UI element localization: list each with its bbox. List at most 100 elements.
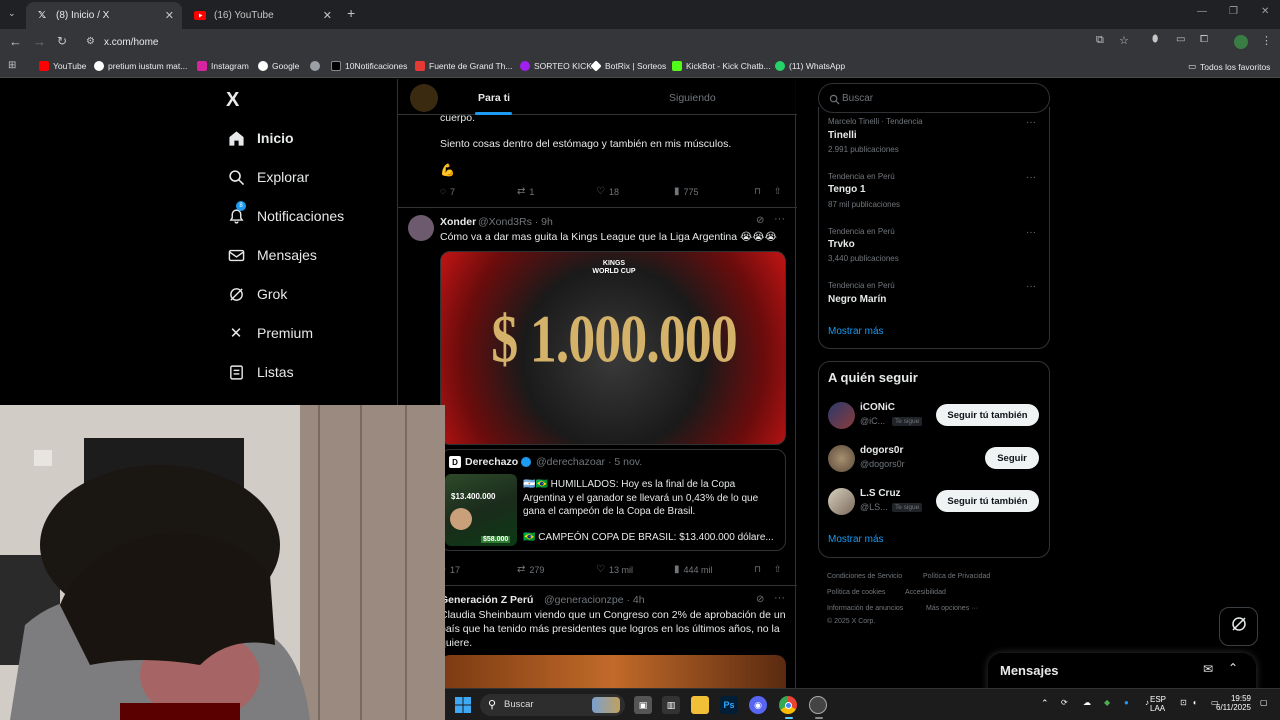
chrome-icon[interactable]	[779, 696, 797, 714]
expand-icon[interactable]: ⌃	[1228, 661, 1238, 675]
footer-more-options[interactable]: Más opciones ···	[926, 605, 978, 612]
all-bookmarks[interactable]: ▭ Todos los favoritos	[1188, 61, 1270, 72]
bookmark-icon[interactable]: ⊓	[754, 564, 761, 575]
install-app-icon[interactable]: ⧉	[1096, 34, 1104, 47]
tab-youtube[interactable]: (16) YouTube ✕	[184, 2, 340, 29]
nav-premium[interactable]: ✕ Premium	[227, 324, 313, 342]
show-more-trends[interactable]: Mostrar más	[828, 326, 884, 337]
bookmark-kickbot[interactable]: KickBot - Kick Chatb...	[672, 61, 771, 71]
menu-dots-icon[interactable]: ⋮	[1261, 34, 1272, 47]
tweet-author-handle[interactable]: @generacionzpe · 4h	[544, 593, 645, 607]
like-button[interactable]: ♡ 13 mil	[596, 564, 633, 575]
cloud-icon[interactable]: ☁	[1083, 698, 1091, 707]
bookmark-google[interactable]: Google	[258, 61, 299, 71]
quoted-tweet[interactable]: D Derechazo @derechazoar · 5 nov. $13.40…	[440, 449, 786, 551]
profile-avatar[interactable]	[1234, 35, 1248, 49]
maximize-icon[interactable]: ❐	[1229, 6, 1238, 17]
tweet-image[interactable]	[440, 655, 786, 688]
tab-for-you[interactable]: Para ti	[478, 92, 510, 104]
trend-title[interactable]: Tengo 1	[828, 184, 866, 195]
more-options-icon[interactable]: ···	[1026, 117, 1036, 128]
trend-title[interactable]: Negro Marín	[828, 294, 886, 305]
footer-link[interactable]: Política de Privacidad	[923, 573, 990, 580]
tweet-author-name[interactable]: Xonder	[440, 215, 476, 229]
microphone-icon[interactable]: ♪	[1145, 698, 1149, 707]
messages-drawer[interactable]: Mensajes ✉ ⌃	[988, 653, 1256, 688]
more-options-icon[interactable]: ···	[774, 213, 785, 225]
bookmark-sorteo-kick[interactable]: SORTEO KICK	[520, 61, 592, 71]
forward-icon[interactable]: →	[33, 34, 46, 49]
tweet-image[interactable]: KINGS WORLD CUP $ 1.000.000	[440, 251, 786, 445]
footer-link[interactable]: Política de cookies	[827, 589, 885, 596]
tweet-author-name[interactable]: Generación Z Perú	[440, 593, 533, 607]
reload-icon[interactable]: ↻	[57, 34, 67, 48]
bookmark-globe[interactable]	[310, 61, 324, 71]
reply-button[interactable]: ◌ 7	[440, 186, 455, 197]
minimize-icon[interactable]: —	[1197, 6, 1207, 17]
avatar[interactable]	[828, 445, 855, 472]
repost-button[interactable]: ⇄ 1	[517, 186, 534, 197]
follow-name[interactable]: dogors0r	[860, 445, 903, 456]
photoshop-icon[interactable]: Ps	[720, 696, 738, 714]
bookmark-instagram[interactable]: Instagram	[197, 61, 249, 71]
follow-back-button[interactable]: Seguir tú también	[936, 490, 1039, 512]
share-icon[interactable]: ⇧	[774, 186, 782, 197]
close-icon[interactable]: ✕	[323, 9, 332, 22]
taskbar-search[interactable]: ⚲ Buscar	[480, 694, 625, 716]
nav-grok[interactable]: Grok	[227, 285, 287, 303]
grok-icon[interactable]: ⊘	[756, 215, 764, 226]
avatar[interactable]	[828, 402, 855, 429]
close-icon[interactable]: ✕	[165, 9, 174, 22]
language-indicator[interactable]: ESP LAA	[1150, 695, 1166, 713]
site-info-icon[interactable]: ⚙	[86, 36, 95, 47]
views-button[interactable]: ▮ 775	[674, 186, 699, 197]
network-app-icon[interactable]: ●	[1124, 698, 1129, 707]
apps-grid-icon[interactable]: ⊞	[8, 60, 16, 71]
repost-button[interactable]: ⇄ 279	[517, 564, 544, 575]
follow-back-button[interactable]: Seguir tú también	[936, 404, 1039, 426]
task-view-icon[interactable]: ▣	[634, 696, 652, 714]
footer-link[interactable]: Accesibilidad	[905, 589, 946, 596]
nav-notifications[interactable]: 8 Notificaciones	[227, 201, 344, 225]
wifi-icon[interactable]: ⊡	[1180, 698, 1187, 707]
footer-link[interactable]: Condiciones de Servicio	[827, 573, 902, 580]
avatar[interactable]	[408, 215, 434, 241]
more-options-icon[interactable]: ···	[1026, 227, 1036, 238]
trend-title[interactable]: Tinelli	[828, 130, 857, 141]
extension-icon[interactable]: ⬮	[1152, 34, 1158, 45]
nvidia-icon[interactable]: ◆	[1104, 698, 1110, 707]
window-close-icon[interactable]: ✕	[1261, 6, 1269, 17]
app-icon[interactable]: ▥	[662, 696, 680, 714]
follow-button[interactable]: Seguir	[985, 447, 1039, 469]
views-button[interactable]: ▮ 444 mil	[674, 564, 713, 575]
back-icon[interactable]: ←	[9, 34, 22, 49]
footer-link[interactable]: Información de anuncios	[827, 605, 903, 612]
file-explorer-icon[interactable]	[691, 696, 709, 714]
show-more-follow[interactable]: Mostrar más	[828, 534, 884, 545]
more-options-icon[interactable]: ···	[1026, 172, 1036, 183]
grok-floating-button[interactable]	[1219, 607, 1258, 646]
trend-title[interactable]: Trvko	[828, 239, 855, 250]
bookmark-grand-theft[interactable]: Fuente de Grand Th...	[415, 61, 512, 71]
volume-icon[interactable]: ◖	[1192, 698, 1197, 707]
new-message-icon[interactable]: ✉	[1203, 662, 1213, 676]
avatar[interactable]	[828, 488, 855, 515]
new-tab-button[interactable]: +	[347, 5, 355, 21]
url-text[interactable]: x.com/home	[104, 37, 158, 48]
more-options-icon[interactable]: ···	[774, 592, 785, 604]
tab-x-home[interactable]: 𝕏 (8) Inicio / X ✕	[26, 2, 182, 29]
puzzle-icon[interactable]: ⧠	[1200, 34, 1208, 45]
grok-icon[interactable]: ⊘	[756, 594, 764, 605]
bookmark-10notificaciones[interactable]: 10Notificaciones	[331, 61, 407, 71]
follow-name[interactable]: iCONiC	[860, 402, 895, 413]
windows-start-icon[interactable]	[454, 696, 472, 714]
obs-icon[interactable]	[809, 696, 827, 714]
clock[interactable]: 19:59 6/11/2025	[1213, 694, 1251, 712]
nav-lists[interactable]: Listas	[227, 363, 294, 381]
bookmark-whatsapp[interactable]: (11) WhatsApp	[775, 61, 845, 71]
bookmark-youtube[interactable]: YouTube	[39, 61, 86, 71]
discord-icon[interactable]: ◉	[749, 696, 767, 714]
media-icon[interactable]: ▭	[1176, 34, 1185, 45]
tab-search-icon[interactable]: ⌄	[8, 8, 16, 19]
bookmark-star-icon[interactable]: ☆	[1119, 34, 1129, 47]
